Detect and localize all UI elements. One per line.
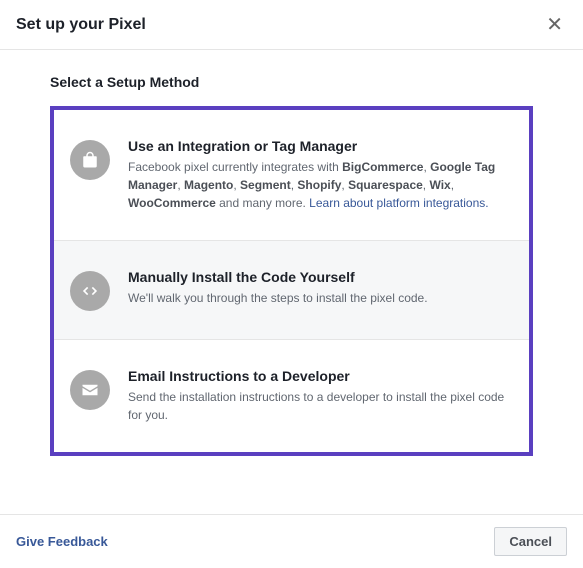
platform: Squarespace	[348, 178, 423, 192]
close-icon[interactable]: ✕	[542, 12, 567, 37]
bag-icon	[70, 140, 110, 180]
option-desc: Send the installation instructions to a …	[128, 388, 513, 424]
learn-more-link[interactable]: Learn about platform integrations.	[309, 196, 488, 210]
option-email[interactable]: Email Instructions to a Developer Send t…	[54, 340, 529, 452]
option-text: Email Instructions to a Developer Send t…	[128, 368, 513, 424]
dialog-header: Set up your Pixel ✕	[0, 0, 583, 50]
platform: Segment	[240, 178, 291, 192]
code-icon	[70, 271, 110, 311]
option-desc: We'll walk you through the steps to inst…	[128, 289, 513, 307]
desc-suffix: and many more.	[216, 196, 309, 210]
mail-icon	[70, 370, 110, 410]
option-text: Manually Install the Code Yourself We'll…	[128, 269, 513, 307]
option-text: Use an Integration or Tag Manager Facebo…	[128, 138, 513, 212]
option-integration[interactable]: Use an Integration or Tag Manager Facebo…	[54, 110, 529, 241]
setup-options: Use an Integration or Tag Manager Facebo…	[50, 106, 533, 456]
option-title: Use an Integration or Tag Manager	[128, 138, 513, 154]
option-manual[interactable]: Manually Install the Code Yourself We'll…	[54, 241, 529, 340]
dialog-content: Select a Setup Method Use an Integration…	[0, 50, 583, 476]
platform: Wix	[429, 178, 450, 192]
platform: BigCommerce	[342, 160, 423, 174]
option-title: Manually Install the Code Yourself	[128, 269, 513, 285]
dialog-title: Set up your Pixel	[16, 16, 146, 34]
platform: Shopify	[297, 178, 341, 192]
cancel-button[interactable]: Cancel	[494, 527, 567, 556]
desc-prefix: Facebook pixel currently integrates with	[128, 160, 342, 174]
platform: Magento	[184, 178, 233, 192]
option-desc: Facebook pixel currently integrates with…	[128, 158, 513, 212]
option-title: Email Instructions to a Developer	[128, 368, 513, 384]
platform: WooCommerce	[128, 196, 216, 210]
feedback-link[interactable]: Give Feedback	[16, 534, 108, 549]
section-title: Select a Setup Method	[50, 74, 533, 90]
dialog-footer: Give Feedback Cancel	[0, 514, 583, 568]
